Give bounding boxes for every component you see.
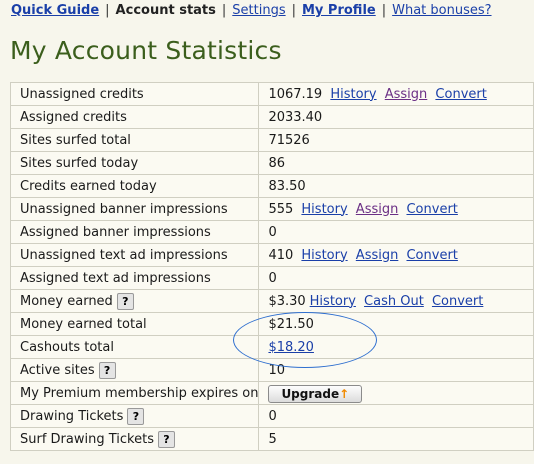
nav-my-profile-link[interactable]: My Profile: [302, 3, 376, 18]
help-icon[interactable]: ?: [157, 430, 175, 448]
upgrade-button-label: Upgrade: [281, 386, 340, 401]
row-label: Assigned credits: [9, 105, 260, 129]
row-label: Money earned total: [9, 312, 260, 336]
money-earned-value: $3.30: [268, 293, 306, 309]
row-label: Credits earned today: [9, 174, 260, 198]
table-row: My Premium membership expires on Upgrade…: [9, 381, 534, 405]
nav-separator: |: [221, 3, 227, 18]
table-row: Money earned? $3.30 History Cash Out Conv…: [9, 289, 534, 313]
row-label: Unassigned text ad impressions: [9, 243, 260, 267]
table-row: Cashouts total $18.20: [9, 335, 534, 359]
row-label: Cashouts total: [9, 335, 260, 359]
table-row: Sites surfed total 71526: [9, 128, 534, 152]
row-label-cell: Money earned?: [9, 289, 260, 313]
table-row: Surf Drawing Tickets? 5: [9, 427, 534, 451]
unassigned-credits-value: 1067.19: [268, 86, 323, 102]
money-convert-link[interactable]: Convert: [432, 294, 483, 309]
table-row: Unassigned credits 1067.19 History Assig…: [9, 82, 534, 106]
help-icon[interactable]: ?: [116, 292, 134, 310]
nav-account-stats-current: Account stats: [115, 3, 216, 18]
table-row: Assigned credits 2033.40: [9, 105, 534, 129]
row-label: Sites surfed total: [9, 128, 260, 152]
page-title: My Account Statistics: [10, 36, 282, 65]
table-row: Money earned total $21.50: [9, 312, 534, 336]
row-value: $21.50: [258, 312, 534, 336]
row-label: Active sites: [20, 362, 95, 378]
row-label: My Premium membership expires on: [9, 381, 260, 405]
row-value: 0: [258, 404, 534, 428]
table-row: Unassigned text ad impressions 410 Histo…: [9, 243, 534, 267]
row-value: 5: [258, 427, 534, 451]
row-label: Unassigned banner impressions: [9, 197, 260, 221]
text-ad-assign-link[interactable]: Assign: [356, 248, 399, 263]
row-label: Sites surfed today: [9, 151, 260, 175]
nav-what-bonuses-link[interactable]: What bonuses?: [392, 3, 491, 18]
arrow-up-icon: ↑: [339, 386, 350, 401]
table-row: Assigned text ad impressions 0: [9, 266, 534, 290]
row-label-cell: Surf Drawing Tickets?: [9, 427, 260, 451]
row-label-cell: Drawing Tickets?: [9, 404, 260, 428]
row-value-cell: $3.30 History Cash Out Convert: [258, 289, 534, 313]
row-value-cell: 555 History Assign Convert: [258, 197, 534, 221]
credits-history-link[interactable]: History: [330, 87, 376, 102]
row-label: Assigned banner impressions: [9, 220, 260, 244]
row-value: 86: [258, 151, 534, 175]
credits-convert-link[interactable]: Convert: [435, 87, 486, 102]
table-row: Credits earned today 83.50: [9, 174, 534, 198]
nav-separator: |: [291, 3, 296, 18]
nav-separator: |: [381, 3, 387, 18]
credits-assign-link[interactable]: Assign: [385, 87, 428, 102]
row-value: 10: [258, 358, 534, 382]
nav-settings-link[interactable]: Settings: [232, 3, 285, 18]
table-row: Unassigned banner impressions 555 Histor…: [9, 197, 534, 221]
row-label: Drawing Tickets: [20, 408, 124, 424]
row-label: Surf Drawing Tickets: [20, 431, 154, 447]
table-row: Active sites? 10: [9, 358, 534, 382]
row-value-cell: $18.20: [258, 335, 534, 359]
banner-assign-link[interactable]: Assign: [356, 202, 399, 217]
text-ad-convert-link[interactable]: Convert: [406, 248, 457, 263]
row-value-cell: 410 History Assign Convert: [258, 243, 534, 267]
row-value: 0: [258, 266, 534, 290]
table-row: Assigned banner impressions 0: [9, 220, 534, 244]
cash-out-link[interactable]: Cash Out: [364, 294, 424, 309]
table-row: Drawing Tickets? 0: [9, 404, 534, 428]
text-ad-history-link[interactable]: History: [301, 248, 347, 263]
row-label: Unassigned credits: [9, 82, 260, 106]
money-history-link[interactable]: History: [310, 294, 356, 309]
row-value: 2033.40: [258, 105, 534, 129]
help-icon[interactable]: ?: [98, 361, 116, 379]
row-value: 83.50: [258, 174, 534, 198]
cashouts-total-link[interactable]: $18.20: [268, 340, 314, 355]
nav-quick-guide-link[interactable]: Quick Guide: [11, 3, 99, 18]
unassigned-text-ad-value: 410: [268, 247, 294, 263]
row-value-cell: 1067.19 History Assign Convert: [258, 82, 534, 106]
upgrade-button[interactable]: Upgrade↑: [268, 384, 363, 403]
row-label: Money earned: [20, 293, 113, 309]
row-value-cell: Upgrade↑: [258, 381, 534, 405]
row-value: 0: [258, 220, 534, 244]
nav-separator: |: [105, 3, 110, 18]
row-value: 71526: [258, 128, 534, 152]
top-navigation: Quick Guide | Account stats | Settings | My Pr…: [11, 3, 492, 18]
row-label: Assigned text ad impressions: [9, 266, 260, 290]
row-label-cell: Active sites?: [9, 358, 260, 382]
banner-history-link[interactable]: History: [301, 202, 347, 217]
account-stats-table: Unassigned credits 1067.19 History Assig…: [9, 82, 534, 451]
table-row: Sites surfed today 86: [9, 151, 534, 175]
help-icon[interactable]: ?: [127, 407, 145, 425]
banner-convert-link[interactable]: Convert: [406, 202, 457, 217]
unassigned-banner-value: 555: [268, 201, 294, 217]
